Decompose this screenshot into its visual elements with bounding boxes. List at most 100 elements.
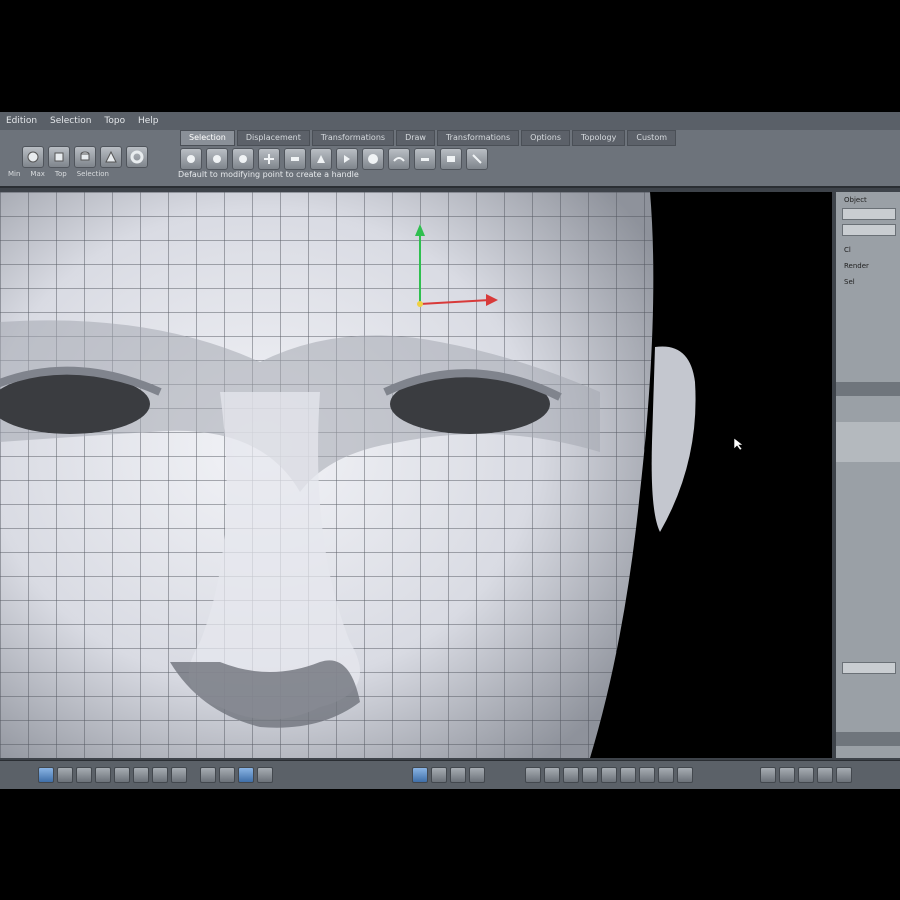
inflate-icon xyxy=(368,154,378,164)
misc-button-1[interactable] xyxy=(760,767,776,783)
menu-help[interactable]: Help xyxy=(138,116,159,126)
panel-label-render: Render xyxy=(844,262,869,270)
panel-slider[interactable] xyxy=(842,662,896,674)
menu-selection[interactable]: Selection xyxy=(50,116,91,126)
view-button-3[interactable] xyxy=(76,767,92,783)
tab-selection[interactable]: Selection xyxy=(180,130,235,146)
pinch-icon xyxy=(344,155,350,163)
view-button-6[interactable] xyxy=(133,767,149,783)
shading-button-3[interactable] xyxy=(563,767,579,783)
right-panel: Object Cl Render Sel xyxy=(836,192,900,758)
panel-list[interactable] xyxy=(836,422,900,462)
tool-hint: Default to modifying point to create a h… xyxy=(178,170,359,179)
label-min: Min xyxy=(8,170,21,178)
shading-button-2[interactable] xyxy=(544,767,560,783)
primitive-tools xyxy=(22,146,148,168)
view-button-4[interactable] xyxy=(95,767,111,783)
view-button-2[interactable] xyxy=(57,767,73,783)
torus-tool-button[interactable] xyxy=(126,146,148,168)
cone-tool-button[interactable] xyxy=(100,146,122,168)
crease-icon xyxy=(393,157,405,162)
label-max: Max xyxy=(30,170,45,178)
mask-icon xyxy=(472,154,482,164)
panel-field-2[interactable] xyxy=(842,224,896,236)
app-window: Edition Selection Topo Help Selection Di… xyxy=(0,112,900,789)
shading-buttons xyxy=(525,767,693,783)
view-button-8[interactable] xyxy=(171,767,187,783)
sphere-icon xyxy=(27,151,39,163)
move-tool-button[interactable] xyxy=(258,148,280,170)
shading-button-1[interactable] xyxy=(525,767,541,783)
view-button-5[interactable] xyxy=(114,767,130,783)
status-bar xyxy=(0,760,900,789)
brush-tool-7[interactable] xyxy=(336,148,358,170)
view-button-7[interactable] xyxy=(152,767,168,783)
label-top: Top xyxy=(54,170,67,178)
misc-button-2[interactable] xyxy=(779,767,795,783)
misc-button-4[interactable] xyxy=(817,767,833,783)
brush-tools xyxy=(180,148,488,170)
menu-topo[interactable]: Topo xyxy=(104,116,125,126)
primitive-labels: Min Max Top Selection xyxy=(8,170,109,178)
menu-bar: Edition Selection Topo Help xyxy=(0,112,900,130)
scrape-icon xyxy=(421,158,429,161)
camera-buttons xyxy=(412,767,485,783)
brush-tool-12[interactable] xyxy=(466,148,488,170)
brush-tool-8[interactable] xyxy=(362,148,384,170)
tool-tabs: Selection Displacement Transformations D… xyxy=(180,130,677,146)
tab-custom[interactable]: Custom xyxy=(627,130,677,146)
camera-button-2[interactable] xyxy=(431,767,447,783)
head-mesh[interactable] xyxy=(0,192,832,758)
shading-button-4[interactable] xyxy=(582,767,598,783)
panel-footer xyxy=(836,732,900,746)
ear[interactable] xyxy=(651,346,696,532)
brush-tool-3[interactable] xyxy=(232,148,254,170)
view-button-1[interactable] xyxy=(38,767,54,783)
shading-button-8[interactable] xyxy=(658,767,674,783)
tab-transformations[interactable]: Transformations xyxy=(311,130,395,146)
display-button-1[interactable] xyxy=(200,767,216,783)
brush-tool-9[interactable] xyxy=(388,148,410,170)
brush-tool-1[interactable] xyxy=(180,148,202,170)
main-toolbar: Selection Displacement Transformations D… xyxy=(0,130,900,188)
display-button-4[interactable] xyxy=(257,767,273,783)
menu-edition[interactable]: Edition xyxy=(6,116,37,126)
brush-tool-11[interactable] xyxy=(440,148,462,170)
layer-icon xyxy=(447,156,455,162)
misc-buttons xyxy=(760,767,852,783)
flatten-icon xyxy=(291,157,299,161)
view-buttons xyxy=(38,767,187,783)
mouse-cursor-icon xyxy=(733,437,744,451)
cylinder-tool-button[interactable] xyxy=(74,146,96,168)
display-button-2[interactable] xyxy=(219,767,235,783)
panel-field-1[interactable] xyxy=(842,208,896,220)
camera-button-3[interactable] xyxy=(450,767,466,783)
display-buttons xyxy=(200,767,273,783)
brush-tool-2[interactable] xyxy=(206,148,228,170)
cone-icon xyxy=(317,155,325,163)
tab-topology[interactable]: Topology xyxy=(572,130,626,146)
display-button-3[interactable] xyxy=(238,767,254,783)
camera-button-1[interactable] xyxy=(412,767,428,783)
shading-button-9[interactable] xyxy=(677,767,693,783)
3d-viewport[interactable] xyxy=(0,192,832,758)
cylinder-icon xyxy=(80,151,90,161)
tab-draw[interactable]: Draw xyxy=(396,130,435,146)
brush-tool-6[interactable] xyxy=(310,148,332,170)
tab-transformations-2[interactable]: Transformations xyxy=(436,130,520,146)
shading-button-5[interactable] xyxy=(601,767,617,783)
panel-label-cl: Cl xyxy=(844,246,851,254)
misc-button-3[interactable] xyxy=(798,767,814,783)
tab-displacement[interactable]: Displacement xyxy=(236,130,310,146)
brush-tool-5[interactable] xyxy=(284,148,306,170)
camera-button-4[interactable] xyxy=(469,767,485,783)
smooth-icon xyxy=(239,155,247,163)
torus-icon xyxy=(130,150,144,164)
cube-tool-button[interactable] xyxy=(48,146,70,168)
shading-button-6[interactable] xyxy=(620,767,636,783)
shading-button-7[interactable] xyxy=(639,767,655,783)
sphere-tool-button[interactable] xyxy=(22,146,44,168)
misc-button-5[interactable] xyxy=(836,767,852,783)
brush-tool-10[interactable] xyxy=(414,148,436,170)
tab-options[interactable]: Options xyxy=(521,130,571,146)
